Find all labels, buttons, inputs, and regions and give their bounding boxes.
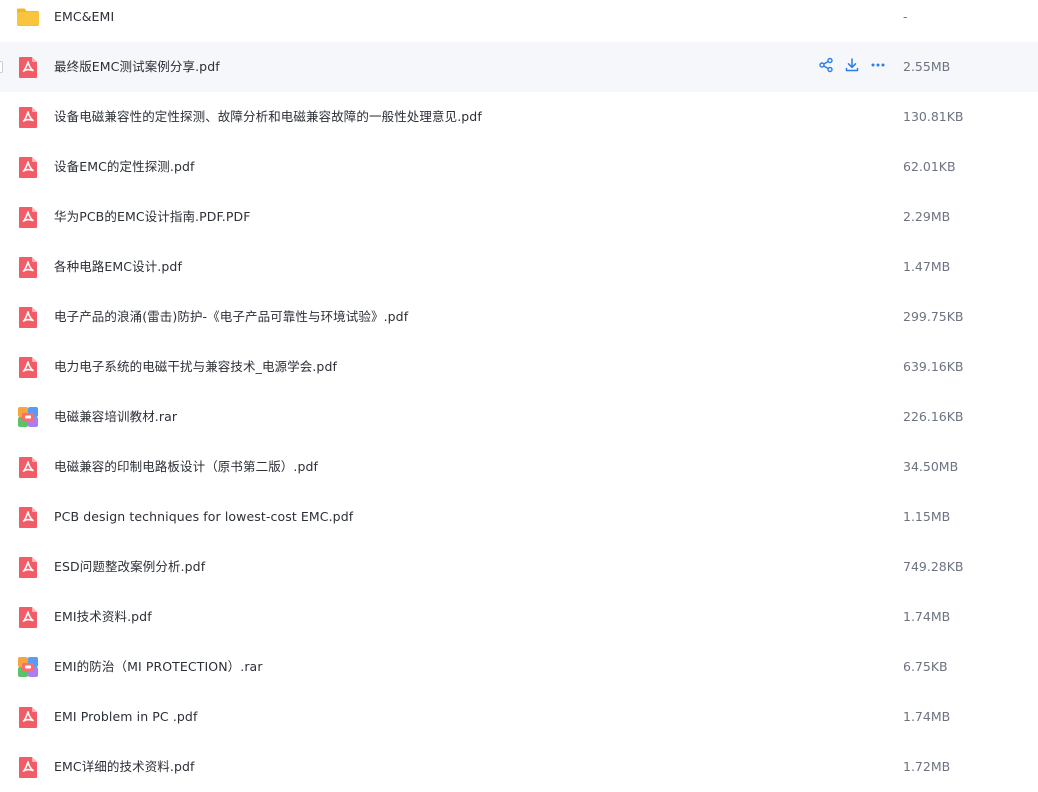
file-size: 6.75KB — [903, 659, 948, 674]
file-row[interactable]: 设备电磁兼容性的定性探测、故障分析和电磁兼容故障的一般性处理意见.pdf 130.… — [0, 92, 1038, 142]
file-name[interactable]: 电力电子系统的电磁干扰与兼容技术_电源学会.pdf — [54, 358, 337, 376]
pdf-icon — [16, 705, 40, 729]
file-size: 1.74MB — [903, 709, 951, 724]
file-size: 2.29MB — [903, 209, 951, 224]
file-name[interactable]: ESD问题整改案例分析.pdf — [54, 558, 205, 576]
file-row[interactable]: EMI的防治（MI PROTECTION）.rar 6.75KB — [0, 642, 1038, 692]
pdf-icon — [16, 255, 40, 279]
file-size: 226.16KB — [903, 409, 964, 424]
share-icon — [818, 57, 834, 77]
file-row[interactable]: 电子产品的浪涌(雷击)防护-《电子产品可靠性与环境试验》.pdf 299.75KB — [0, 292, 1038, 342]
file-list: EMC&EMI - 最终版EMC测试案例分享.pdf 2.55MB 设备电磁兼容性的定性… — [0, 0, 1038, 792]
row-checkbox[interactable] — [0, 61, 3, 73]
pdf-icon — [16, 455, 40, 479]
file-name[interactable]: 各种电路EMC设计.pdf — [54, 258, 182, 276]
file-row[interactable]: EMI技术资料.pdf 1.74MB — [0, 592, 1038, 642]
file-name[interactable]: 电磁兼容培训教材.rar — [54, 408, 177, 426]
file-name[interactable]: EMI技术资料.pdf — [54, 608, 152, 626]
share-button[interactable] — [816, 57, 836, 77]
pdf-icon — [16, 755, 40, 779]
file-size: 639.16KB — [903, 359, 964, 374]
pdf-icon — [16, 55, 40, 79]
file-name[interactable]: EMI Problem in PC .pdf — [54, 708, 197, 726]
file-row[interactable]: 电力电子系统的电磁干扰与兼容技术_电源学会.pdf 639.16KB — [0, 342, 1038, 392]
pdf-icon — [16, 505, 40, 529]
download-icon — [844, 57, 860, 77]
archive-icon — [16, 655, 40, 679]
file-size: 299.75KB — [903, 309, 964, 324]
file-row[interactable]: EMI Problem in PC .pdf 1.74MB — [0, 692, 1038, 742]
archive-icon — [16, 405, 40, 429]
file-size: - — [903, 9, 908, 24]
file-name[interactable]: 电子产品的浪涌(雷击)防护-《电子产品可靠性与环境试验》.pdf — [54, 308, 408, 326]
file-size: 1.72MB — [903, 759, 951, 774]
file-size: 130.81KB — [903, 109, 964, 124]
download-button[interactable] — [842, 57, 862, 77]
file-size: 1.74MB — [903, 609, 951, 624]
row-actions — [816, 57, 888, 77]
file-name[interactable]: EMC详细的技术资料.pdf — [54, 758, 195, 776]
file-size: 2.55MB — [903, 59, 951, 74]
file-size: 1.15MB — [903, 509, 951, 524]
pdf-icon — [16, 355, 40, 379]
file-size: 34.50MB — [903, 459, 959, 474]
file-row[interactable]: 电磁兼容培训教材.rar 226.16KB — [0, 392, 1038, 442]
folder-icon — [16, 5, 40, 29]
file-size: 749.28KB — [903, 559, 964, 574]
file-row[interactable]: 电磁兼容的印制电路板设计（原书第二版）.pdf 34.50MB — [0, 442, 1038, 492]
more-icon — [870, 57, 886, 77]
file-row[interactable]: 设备EMC的定性探测.pdf 62.01KB — [0, 142, 1038, 192]
pdf-icon — [16, 605, 40, 629]
more-button[interactable] — [868, 57, 888, 77]
pdf-icon — [16, 555, 40, 579]
file-name[interactable]: 最终版EMC测试案例分享.pdf — [54, 58, 220, 76]
file-name[interactable]: 电磁兼容的印制电路板设计（原书第二版）.pdf — [54, 458, 318, 476]
file-size: 62.01KB — [903, 159, 956, 174]
file-row[interactable]: 华为PCB的EMC设计指南.PDF.PDF 2.29MB — [0, 192, 1038, 242]
file-name[interactable]: 设备电磁兼容性的定性探测、故障分析和电磁兼容故障的一般性处理意见.pdf — [54, 108, 482, 126]
file-name[interactable]: 设备EMC的定性探测.pdf — [54, 158, 195, 176]
pdf-icon — [16, 105, 40, 129]
file-name[interactable]: 华为PCB的EMC设计指南.PDF.PDF — [54, 208, 251, 226]
file-name[interactable]: EMI的防治（MI PROTECTION）.rar — [54, 658, 263, 676]
folder-row[interactable]: EMC&EMI - — [0, 0, 1038, 42]
file-name[interactable]: PCB design techniques for lowest-cost EM… — [54, 508, 353, 526]
pdf-icon — [16, 205, 40, 229]
file-size: 1.47MB — [903, 259, 951, 274]
file-row[interactable]: EMC详细的技术资料.pdf 1.72MB — [0, 742, 1038, 792]
pdf-icon — [16, 305, 40, 329]
file-row[interactable]: PCB design techniques for lowest-cost EM… — [0, 492, 1038, 542]
file-row[interactable]: 最终版EMC测试案例分享.pdf 2.55MB — [0, 42, 1038, 92]
pdf-icon — [16, 155, 40, 179]
file-row[interactable]: 各种电路EMC设计.pdf 1.47MB — [0, 242, 1038, 292]
file-name[interactable]: EMC&EMI — [54, 8, 114, 26]
file-row[interactable]: ESD问题整改案例分析.pdf 749.28KB — [0, 542, 1038, 592]
